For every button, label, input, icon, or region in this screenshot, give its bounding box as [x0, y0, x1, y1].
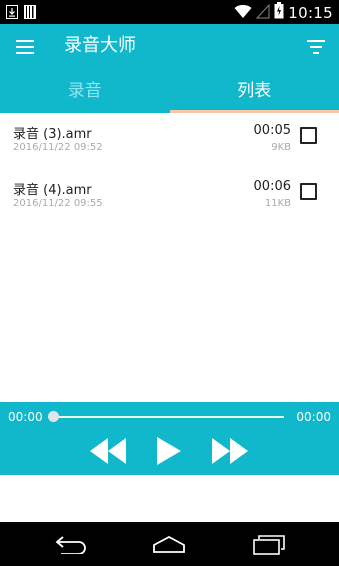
barcode-notification-icon	[24, 4, 36, 23]
recording-name: 录音 (4).amr	[13, 183, 92, 198]
total-time: 00:00	[296, 410, 331, 424]
audio-player: 00:00 00:00	[0, 402, 339, 475]
signal-icon	[256, 3, 270, 23]
navigation-bar	[0, 522, 339, 566]
status-left	[6, 4, 36, 23]
status-bar: 10:15	[0, 0, 339, 24]
tab-bar: 录音 列表	[0, 70, 339, 113]
battery-icon	[274, 2, 284, 23]
list-item[interactable]: 录音 (3).amr 2016/11/22 09:52 00:05 9KB	[0, 113, 339, 169]
download-notification-icon	[6, 4, 18, 23]
recording-date: 2016/11/22 09:55	[13, 198, 103, 209]
rewind-icon[interactable]	[90, 438, 126, 468]
home-icon[interactable]	[152, 535, 186, 558]
list-item[interactable]: 录音 (4).amr 2016/11/22 09:55 00:06 11KB	[0, 169, 339, 225]
recording-list: 录音 (3).amr 2016/11/22 09:52 00:05 9KB 录音…	[0, 113, 339, 225]
recording-date: 2016/11/22 09:52	[13, 142, 103, 153]
status-right: 10:15	[234, 2, 333, 23]
fast-forward-icon[interactable]	[212, 438, 248, 468]
seek-thumb[interactable]	[48, 411, 59, 422]
tab-list[interactable]: 列表	[170, 70, 339, 113]
play-icon[interactable]	[157, 437, 181, 469]
recording-size: 11KB	[264, 198, 291, 209]
back-icon[interactable]	[55, 534, 87, 558]
seek-bar[interactable]	[54, 416, 284, 418]
current-time: 00:00	[8, 410, 43, 424]
menu-icon[interactable]	[16, 39, 34, 54]
recording-size: 9KB	[271, 142, 291, 153]
recent-apps-icon[interactable]	[253, 535, 285, 559]
wifi-icon	[234, 3, 252, 23]
tab-record[interactable]: 录音	[0, 70, 170, 113]
app-title: 录音大师	[64, 35, 136, 56]
sort-icon[interactable]	[307, 39, 325, 54]
recording-checkbox[interactable]	[300, 183, 317, 200]
app-bar: 录音大师	[0, 24, 339, 70]
status-time: 10:15	[288, 3, 333, 22]
recording-checkbox[interactable]	[300, 127, 317, 144]
recording-duration: 00:06	[253, 179, 291, 194]
recording-duration: 00:05	[253, 123, 291, 138]
recording-name: 录音 (3).amr	[13, 127, 92, 142]
